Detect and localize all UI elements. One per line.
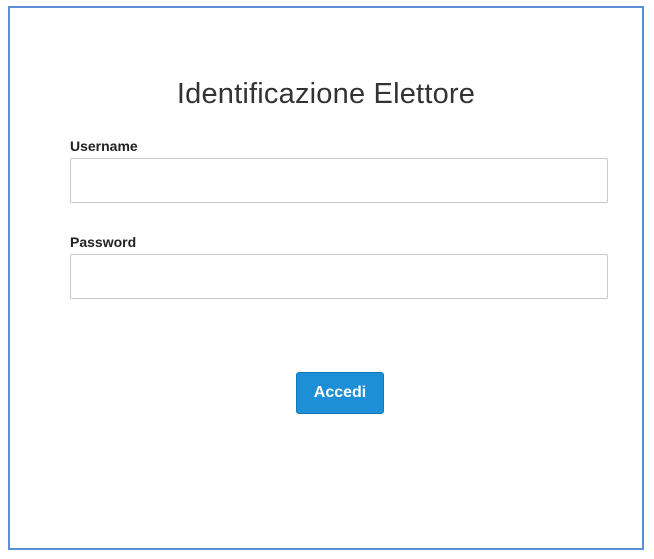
- username-label: Username: [70, 138, 138, 154]
- form-title: Identificazione Elettore: [176, 78, 476, 110]
- username-input[interactable]: [70, 158, 608, 203]
- accedi-button[interactable]: Accedi: [296, 372, 384, 414]
- password-input[interactable]: [70, 254, 608, 299]
- password-label: Password: [70, 234, 137, 250]
- login-panel: Identificazione Elettore Username Passwo…: [8, 6, 644, 550]
